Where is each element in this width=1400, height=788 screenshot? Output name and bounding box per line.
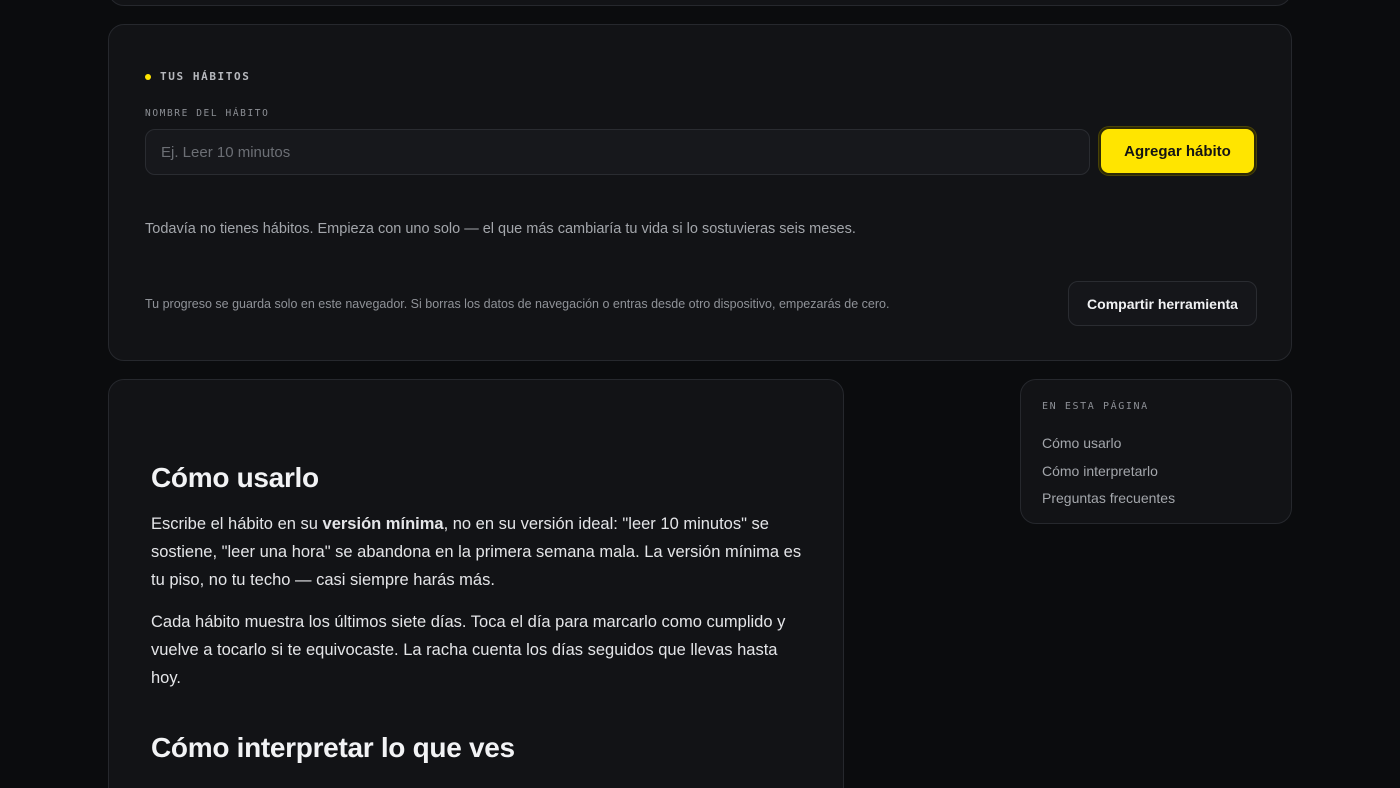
toc-link-how-to-interpret[interactable]: Cómo interpretarlo bbox=[1042, 458, 1175, 486]
toc-link-faq[interactable]: Preguntas frecuentes bbox=[1042, 485, 1175, 513]
heading-how-to-interpret: Cómo interpretar lo que ves bbox=[151, 732, 515, 763]
previous-section-card bbox=[108, 0, 1292, 6]
habits-card: TUS HÁBITOS NOMBRE DEL HÁBITO Agregar há… bbox=[108, 24, 1292, 361]
heading-how-to-use: Cómo usarlo bbox=[151, 462, 319, 493]
table-of-contents: EN ESTA PÁGINA Cómo usarlo Cómo interpre… bbox=[1020, 379, 1292, 524]
paragraph-text: Escribe el hábito en su bbox=[151, 515, 323, 533]
habits-section-title: TUS HÁBITOS bbox=[160, 70, 251, 83]
habit-name-label: NOMBRE DEL HÁBITO bbox=[145, 108, 270, 119]
empty-state-text: Todavía no tienes hábitos. Empieza con u… bbox=[145, 221, 856, 237]
article-card: Cómo usarlo Escribe el hábito en su vers… bbox=[108, 379, 844, 788]
share-tool-button[interactable]: Compartir herramienta bbox=[1068, 281, 1257, 326]
bold-text: versión mínima bbox=[322, 515, 444, 533]
toc-link-how-to-use[interactable]: Cómo usarlo bbox=[1042, 430, 1175, 458]
habits-section-label: TUS HÁBITOS bbox=[145, 70, 250, 83]
paragraph-minimum-version: Escribe el hábito en su versión mínima, … bbox=[151, 510, 806, 594]
toc-list: Cómo usarlo Cómo interpretarlo Preguntas… bbox=[1042, 430, 1175, 513]
storage-note: Tu progreso se guarda solo en este naveg… bbox=[145, 297, 890, 311]
toc-title: EN ESTA PÁGINA bbox=[1042, 401, 1149, 412]
habit-name-input[interactable] bbox=[145, 129, 1090, 175]
accent-dot-icon bbox=[145, 73, 151, 80]
paragraph-seven-days: Cada hábito muestra los últimos siete dí… bbox=[151, 613, 786, 687]
add-habit-button[interactable]: Agregar hábito bbox=[1099, 127, 1256, 175]
article-content: Cómo usarlo Escribe el hábito en su vers… bbox=[151, 458, 806, 768]
